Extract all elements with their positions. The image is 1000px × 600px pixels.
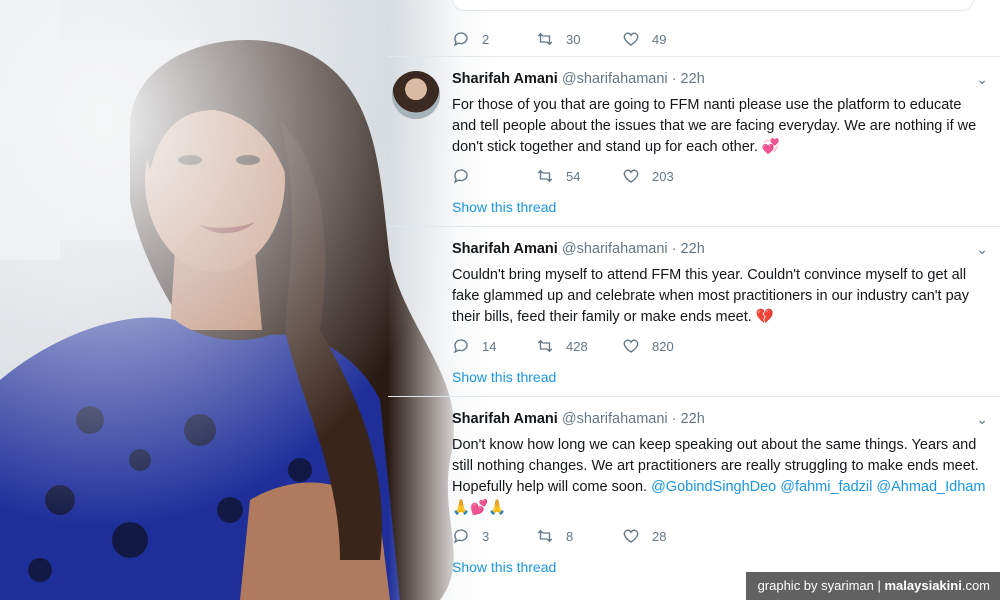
chevron-down-icon[interactable]: ⌄	[976, 71, 988, 88]
like-count: 28	[652, 528, 667, 544]
reply-count: 2	[482, 31, 490, 47]
reply-count: 3	[482, 528, 490, 544]
previous-tweet-card	[452, 0, 974, 11]
tweet-body: Couldn't bring myself to attend FFM this…	[452, 267, 969, 325]
mention-links[interactable]: @GobindSinghDeo @fahmi_fadzil @Ahmad_Idh…	[651, 479, 985, 495]
reply-icon	[453, 169, 468, 184]
pray-hearts-emoji: 🙏💕🙏	[452, 500, 507, 516]
chevron-down-icon[interactable]: ⌄	[976, 241, 988, 258]
reply-button[interactable]: 14	[452, 335, 496, 357]
display-name[interactable]: Sharifah Amani	[452, 411, 558, 427]
tweet-card[interactable]: Sharifah Amani @sharifahamani · 22h ⌄ Do…	[388, 396, 1000, 587]
display-name[interactable]: Sharifah Amani	[452, 241, 558, 257]
handle[interactable]: @sharifahamani	[562, 241, 668, 257]
retweet-button[interactable]: 8	[536, 525, 573, 547]
timestamp[interactable]: · 22h	[672, 241, 705, 257]
two-hearts-emoji: 💞	[761, 139, 780, 155]
heart-icon	[623, 32, 639, 46]
retweet-icon	[537, 529, 553, 543]
retweet-count: 54	[566, 168, 581, 184]
timestamp[interactable]: · 22h	[672, 71, 705, 87]
reply-icon	[453, 339, 468, 354]
heart-icon	[623, 339, 639, 353]
show-thread-link[interactable]: Show this thread	[452, 369, 556, 385]
chevron-down-icon[interactable]: ⌄	[976, 411, 988, 428]
reply-icon	[453, 529, 468, 544]
tweet-actions: 3 8 28	[452, 525, 812, 547]
brand-name: malaysiakini	[884, 578, 962, 593]
retweet-button[interactable]: 30	[536, 28, 580, 50]
like-button[interactable]: 49	[622, 28, 666, 50]
tweet-actions: 14 428 820	[452, 335, 812, 357]
retweet-icon	[537, 32, 553, 46]
broken-heart-emoji: 💔	[755, 309, 774, 325]
tweet-header: Sharifah Amani @sharifahamani · 22h	[452, 71, 705, 87]
retweet-icon	[537, 339, 553, 353]
avatar[interactable]	[392, 71, 440, 119]
tweet-card[interactable]: Sharifah Amani @sharifahamani · 22h ⌄ Co…	[388, 226, 1000, 395]
like-button[interactable]: 820	[622, 335, 674, 357]
tweet-body: For those of you that are going to FFM n…	[452, 97, 977, 155]
tweet-text: For those of you that are going to FFM n…	[452, 95, 988, 158]
show-thread-link[interactable]: Show this thread	[452, 559, 556, 575]
like-count: 203	[652, 168, 674, 184]
credit-prefix: graphic by syariman |	[757, 578, 885, 593]
tweet-text: Couldn't bring myself to attend FFM this…	[452, 265, 988, 328]
twitter-feed: 2 30 49 Sharifah Amani @sharifahamani · …	[388, 0, 1000, 600]
retweet-icon	[537, 169, 553, 183]
display-name[interactable]: Sharifah Amani	[452, 71, 558, 87]
reply-button[interactable]: 3	[452, 525, 489, 547]
show-thread-link[interactable]: Show this thread	[452, 199, 556, 215]
handle[interactable]: @sharifahamani	[562, 411, 668, 427]
reply-count: 14	[482, 338, 497, 354]
tweet-card[interactable]: Sharifah Amani @sharifahamani · 22h ⌄ Fo…	[388, 56, 1000, 225]
retweet-count: 30	[566, 31, 581, 47]
heart-icon	[623, 169, 639, 183]
handle[interactable]: @sharifahamani	[562, 71, 668, 87]
reply-button[interactable]	[452, 165, 482, 187]
like-count: 49	[652, 31, 667, 47]
like-count: 820	[652, 338, 674, 354]
retweet-count: 428	[566, 338, 588, 354]
reply-icon	[453, 32, 468, 47]
brand-suffix: .com	[961, 578, 990, 593]
like-button[interactable]: 203	[622, 165, 674, 187]
tweet-actions: 54 203	[452, 165, 812, 187]
retweet-button[interactable]: 428	[536, 335, 588, 357]
like-button[interactable]: 28	[622, 525, 666, 547]
reply-button[interactable]: 2	[452, 28, 489, 50]
previous-tweet-actions: 2 30 49	[452, 28, 812, 50]
tweet-header: Sharifah Amani @sharifahamani · 22h	[452, 241, 705, 257]
watermark-credit: graphic by syariman | malaysiakini.com	[745, 572, 1000, 600]
tweet-header: Sharifah Amani @sharifahamani · 22h	[452, 411, 705, 427]
timestamp[interactable]: · 22h	[672, 411, 705, 427]
tweet-text: Don't know how long we can keep speaking…	[452, 435, 988, 519]
retweet-count: 8	[566, 528, 574, 544]
retweet-button[interactable]: 54	[536, 165, 580, 187]
heart-icon	[623, 529, 639, 543]
